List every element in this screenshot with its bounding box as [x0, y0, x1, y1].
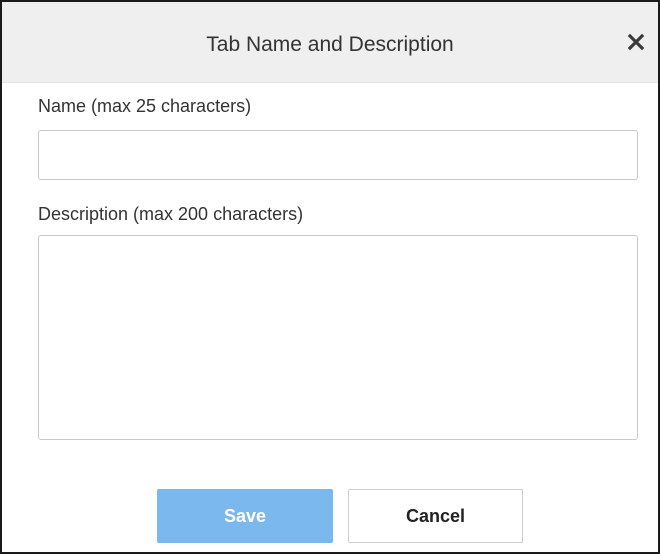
- name-input[interactable]: [38, 130, 638, 180]
- close-icon[interactable]: [622, 28, 650, 56]
- description-label: Description (max 200 characters): [38, 204, 304, 224]
- cancel-button[interactable]: Cancel: [348, 489, 523, 543]
- save-button[interactable]: Save: [157, 489, 333, 543]
- description-textarea[interactable]: [38, 235, 638, 440]
- name-label: Name (max 25 characters): [38, 96, 252, 116]
- dialog-title: Tab Name and Description: [206, 33, 454, 56]
- dialog-header: Tab Name and Description: [2, 2, 658, 83]
- tab-name-dialog: Tab Name and Description Name (max 25 ch…: [0, 0, 660, 554]
